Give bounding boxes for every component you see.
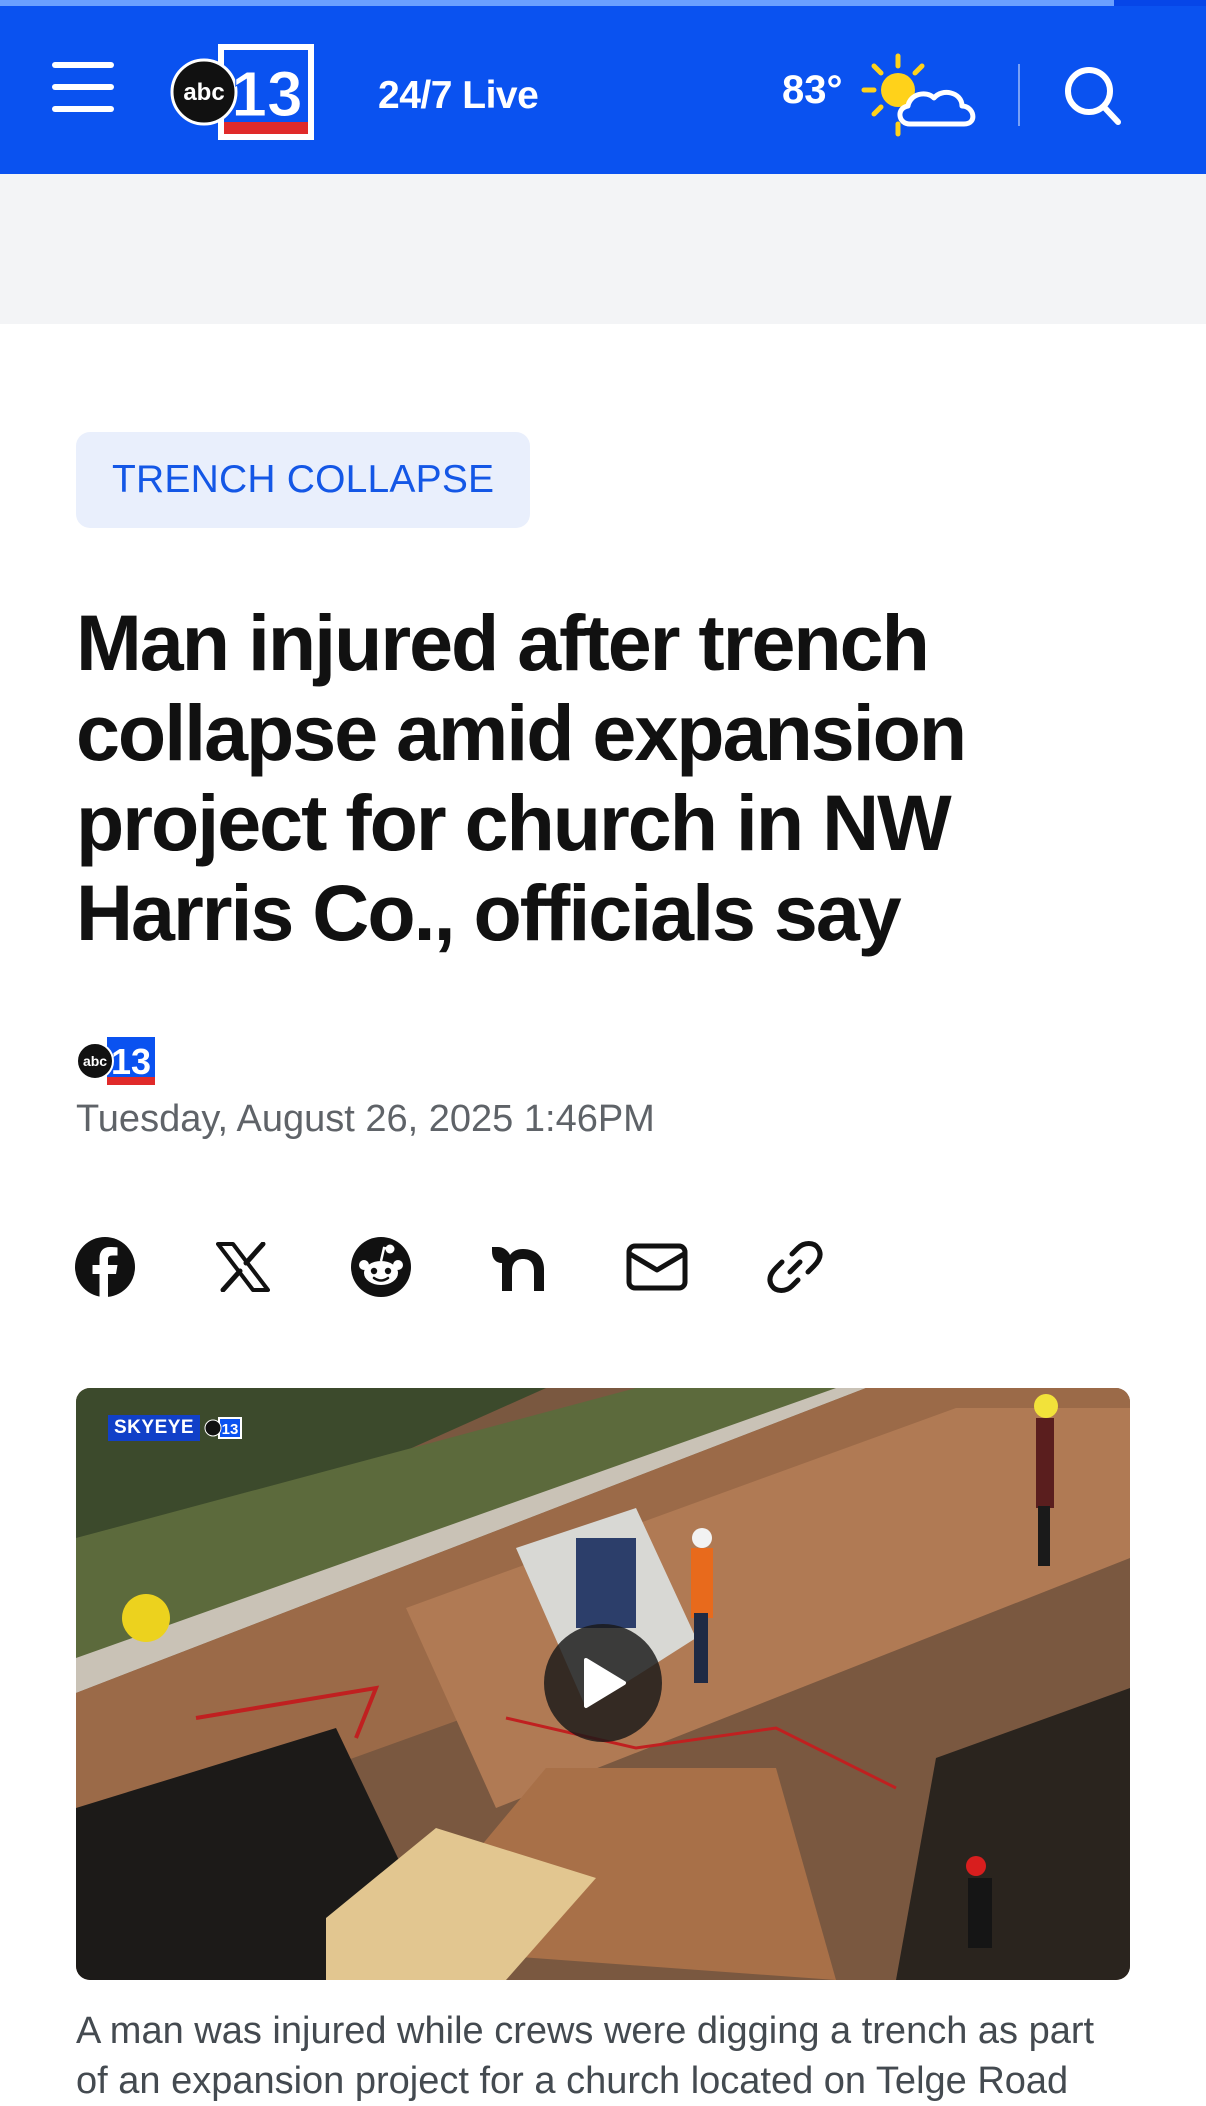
article-headline: Man injured after trench collapse amid e… xyxy=(76,598,967,957)
header-divider xyxy=(1018,64,1020,126)
author-logo-number: 13 xyxy=(111,1041,151,1082)
email-share-button[interactable] xyxy=(626,1236,688,1298)
x-icon xyxy=(216,1242,270,1292)
facebook-share-button[interactable] xyxy=(74,1236,136,1298)
play-icon xyxy=(584,1658,626,1708)
email-icon xyxy=(626,1243,688,1291)
play-button[interactable] xyxy=(544,1624,662,1742)
video-player[interactable]: SKYEYE 13 xyxy=(76,1388,1130,1980)
facebook-icon xyxy=(75,1237,135,1298)
share-bar xyxy=(74,1236,834,1298)
partly-sunny-icon[interactable] xyxy=(858,50,986,140)
reddit-icon xyxy=(351,1237,411,1297)
skyeye-badge-text: SKYEYE xyxy=(108,1415,201,1441)
reddit-share-button[interactable] xyxy=(350,1236,412,1298)
temperature-readout[interactable]: 83° xyxy=(782,68,843,113)
category-tag[interactable]: TRENCH COLLAPSE xyxy=(76,432,531,528)
video-caption: A man was injured while crews were diggi… xyxy=(76,2010,1095,2102)
copy-link-button[interactable] xyxy=(764,1236,826,1298)
skyeye-abc13-logo: 13 xyxy=(204,1417,243,1439)
menu-button[interactable] xyxy=(52,62,114,112)
hamburger-line xyxy=(52,62,114,68)
publish-date: Tuesday, August 26, 2025 1:46PM xyxy=(76,1098,655,1140)
nextdoor-icon xyxy=(492,1247,544,1291)
logo-number: 13 xyxy=(231,58,302,130)
hamburger-line xyxy=(52,84,114,90)
site-header: abc 13 24/7 Live 83° xyxy=(0,6,1206,174)
live-stream-link[interactable]: 24/7 Live xyxy=(378,74,539,118)
skyeye-badge: SKYEYE 13 xyxy=(108,1414,244,1442)
link-icon xyxy=(767,1241,823,1293)
author-abc13-logo: abc 13 xyxy=(76,1034,158,1088)
x-share-button[interactable] xyxy=(212,1236,274,1298)
nextdoor-share-button[interactable] xyxy=(488,1236,550,1298)
author-logo-abc-text: abc xyxy=(83,1053,107,1069)
hamburger-line xyxy=(52,106,114,112)
logo-abc-text: abc xyxy=(183,79,224,106)
skyeye-logo-number: 13 xyxy=(222,1421,239,1438)
abc13-logo[interactable]: abc 13 xyxy=(170,42,318,142)
search-icon[interactable] xyxy=(1062,64,1124,128)
ad-placeholder xyxy=(0,174,1206,324)
